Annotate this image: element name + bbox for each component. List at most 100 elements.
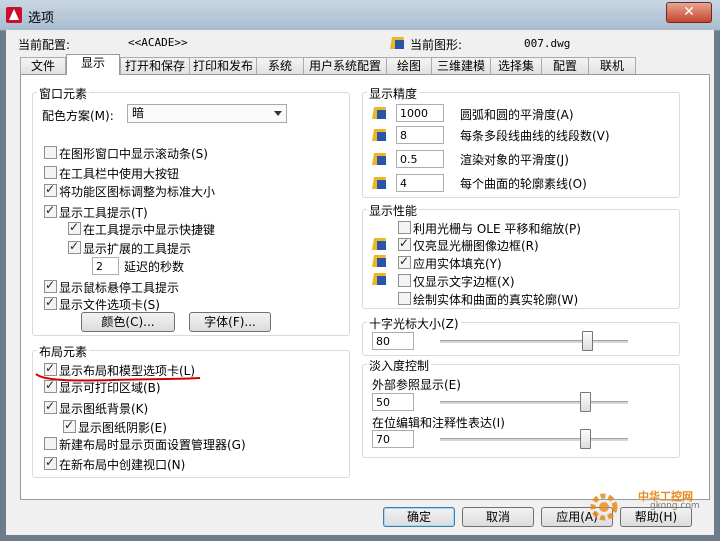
- show-tooltips-checkbox[interactable]: [44, 203, 57, 218]
- tab-display[interactable]: 显示: [66, 54, 120, 75]
- crosshair-size-title: 十字光标大小(Z): [367, 315, 461, 332]
- resize-ribbon-label: 将功能区图标调整为标准大小: [59, 185, 216, 199]
- rollover-tooltips-label: 显示鼠标悬停工具提示: [59, 281, 180, 295]
- tab-3d-modeling[interactable]: 三维建模: [431, 57, 491, 74]
- tab-selection[interactable]: 选择集: [490, 57, 542, 74]
- crosshair-size-input[interactable]: 80: [372, 332, 414, 350]
- xref-display-slider-thumb[interactable]: [580, 392, 591, 412]
- show-scrollbars-label: 在图形窗口中显示滚动条(S): [59, 147, 208, 161]
- current-drawing-value: 007.dwg: [524, 37, 571, 50]
- apply-fill-checkbox[interactable]: [398, 254, 411, 269]
- current-drawing-label: 当前图形:: [410, 38, 463, 52]
- paper-shadow-label: 显示图纸阴影(E): [78, 421, 167, 435]
- drawing-setting-icon: [371, 253, 388, 269]
- xref-display-slider-track[interactable]: [440, 401, 628, 404]
- autocad-logo-icon: [6, 7, 22, 23]
- fonts-button[interactable]: 字体(F)...: [189, 312, 271, 332]
- delay-seconds-input[interactable]: 2: [92, 257, 119, 275]
- colors-button[interactable]: 颜色(C)...: [81, 312, 175, 332]
- rollover-tooltips-checkbox[interactable]: [44, 278, 57, 293]
- current-config-label: 当前配置:: [18, 38, 71, 52]
- arc-smoothness-label: 圆弧和圆的平滑度(A): [460, 108, 574, 122]
- tab-online[interactable]: 联机: [588, 57, 636, 74]
- printable-area-label: 显示可打印区域(B): [59, 381, 161, 395]
- drawing-setting-icon: [371, 151, 388, 167]
- color-scheme-label: 配色方案(M):: [42, 109, 114, 123]
- tab-files[interactable]: 文件: [20, 57, 66, 74]
- highlight-raster-label: 仅亮显光栅图像边框(R): [413, 239, 539, 253]
- create-viewport-checkbox[interactable]: [44, 455, 57, 470]
- create-viewport-label: 在新布局中创建视口(N): [59, 458, 186, 472]
- drawing-setting-icon: [371, 105, 388, 121]
- delay-seconds-label: 延迟的秒数: [124, 260, 185, 274]
- render-smoothness-input[interactable]: 0.5: [396, 150, 444, 168]
- window-title: 选项: [28, 11, 55, 26]
- drawing-setting-icon: [371, 127, 388, 143]
- file-tabs-checkbox[interactable]: [44, 295, 57, 310]
- show-shortcuts-label: 在工具提示中显示快捷键: [83, 223, 216, 237]
- true-silhouettes-checkbox[interactable]: [398, 292, 411, 305]
- show-extended-checkbox[interactable]: [68, 239, 81, 254]
- tab-plot-publish[interactable]: 打印和发布: [189, 57, 257, 74]
- show-scrollbars-checkbox[interactable]: [44, 146, 57, 159]
- inplace-edit-slider-track[interactable]: [440, 438, 628, 441]
- tab-system[interactable]: 系统: [256, 57, 304, 74]
- pan-zoom-checkbox[interactable]: [398, 221, 411, 234]
- xref-display-label: 外部参照显示(E): [372, 378, 461, 392]
- drawing-setting-icon: [371, 236, 388, 252]
- crosshair-size-slider-thumb[interactable]: [582, 331, 593, 351]
- inplace-edit-slider-thumb[interactable]: [580, 429, 591, 449]
- color-scheme-value: 暗: [132, 106, 145, 120]
- options-dialog: 选项 ✕ 当前配置: <<ACADE>> 当前图形: 007.dwg 文件 显示…: [0, 0, 720, 541]
- tab-user-preferences[interactable]: 用户系统配置: [303, 57, 387, 74]
- title-bar[interactable]: 选项 ✕: [0, 0, 720, 31]
- page-setup-manager-checkbox[interactable]: [44, 437, 57, 450]
- polyline-segments-label: 每条多段线曲线的线段数(V): [460, 129, 610, 143]
- apply-fill-label: 应用实体填充(Y): [413, 257, 502, 271]
- tab-open-save[interactable]: 打开和保存: [120, 57, 190, 74]
- inplace-edit-label: 在位编辑和注释性表达(I): [372, 416, 505, 430]
- current-config-value: <<ACADE>>: [128, 36, 188, 49]
- arc-smoothness-input[interactable]: 1000: [396, 104, 444, 122]
- inplace-edit-input[interactable]: 70: [372, 430, 414, 448]
- polyline-segments-input[interactable]: 8: [396, 126, 444, 144]
- paper-background-checkbox[interactable]: [44, 399, 57, 414]
- show-shortcuts-checkbox[interactable]: [68, 220, 81, 235]
- large-buttons-checkbox[interactable]: [44, 166, 57, 179]
- cancel-button[interactable]: 取消: [462, 507, 534, 527]
- gear-watermark-icon: [590, 493, 618, 521]
- highlight-raster-checkbox[interactable]: [398, 236, 411, 251]
- file-tabs-label: 显示文件选项卡(S): [59, 298, 160, 312]
- display-resolution-title: 显示精度: [367, 85, 420, 102]
- drawing-file-icon: [389, 35, 406, 51]
- layout-elements-title: 布局元素: [37, 343, 90, 360]
- display-performance-title: 显示性能: [367, 202, 420, 219]
- contour-lines-input[interactable]: 4: [396, 174, 444, 192]
- xref-display-input[interactable]: 50: [372, 393, 414, 411]
- pan-zoom-label: 利用光栅与 OLE 平移和缩放(P): [413, 222, 581, 236]
- printable-area-checkbox[interactable]: [44, 378, 57, 393]
- true-silhouettes-label: 绘制实体和曲面的真实轮廓(W): [413, 293, 579, 307]
- show-extended-label: 显示扩展的工具提示: [83, 242, 192, 256]
- crosshair-size-slider-track[interactable]: [440, 340, 628, 343]
- close-button[interactable]: ✕: [666, 2, 712, 23]
- paper-background-label: 显示图纸背景(K): [59, 402, 149, 416]
- drawing-setting-icon: [371, 175, 388, 191]
- watermark-url: gkong.com: [650, 501, 700, 511]
- paper-shadow-checkbox[interactable]: [63, 418, 76, 433]
- fade-control-title: 淡入度控制: [367, 357, 432, 374]
- tab-drafting[interactable]: 绘图: [386, 57, 432, 74]
- resize-ribbon-checkbox[interactable]: [44, 182, 57, 197]
- contour-lines-label: 每个曲面的轮廓素线(O): [460, 177, 587, 191]
- text-frame-checkbox[interactable]: [398, 274, 411, 287]
- large-buttons-label: 在工具栏中使用大按钮: [59, 167, 180, 181]
- chevron-down-icon: [274, 111, 282, 116]
- tab-profiles[interactable]: 配置: [541, 57, 589, 74]
- ok-button[interactable]: 确定: [383, 507, 455, 527]
- window-elements-title: 窗口元素: [37, 85, 90, 102]
- color-scheme-select[interactable]: 暗: [127, 104, 287, 123]
- drawing-setting-icon: [371, 271, 388, 287]
- show-tooltips-label: 显示工具提示(T): [59, 206, 148, 220]
- render-smoothness-label: 渲染对象的平滑度(J): [460, 153, 569, 167]
- text-frame-label: 仅显示文字边框(X): [413, 275, 515, 289]
